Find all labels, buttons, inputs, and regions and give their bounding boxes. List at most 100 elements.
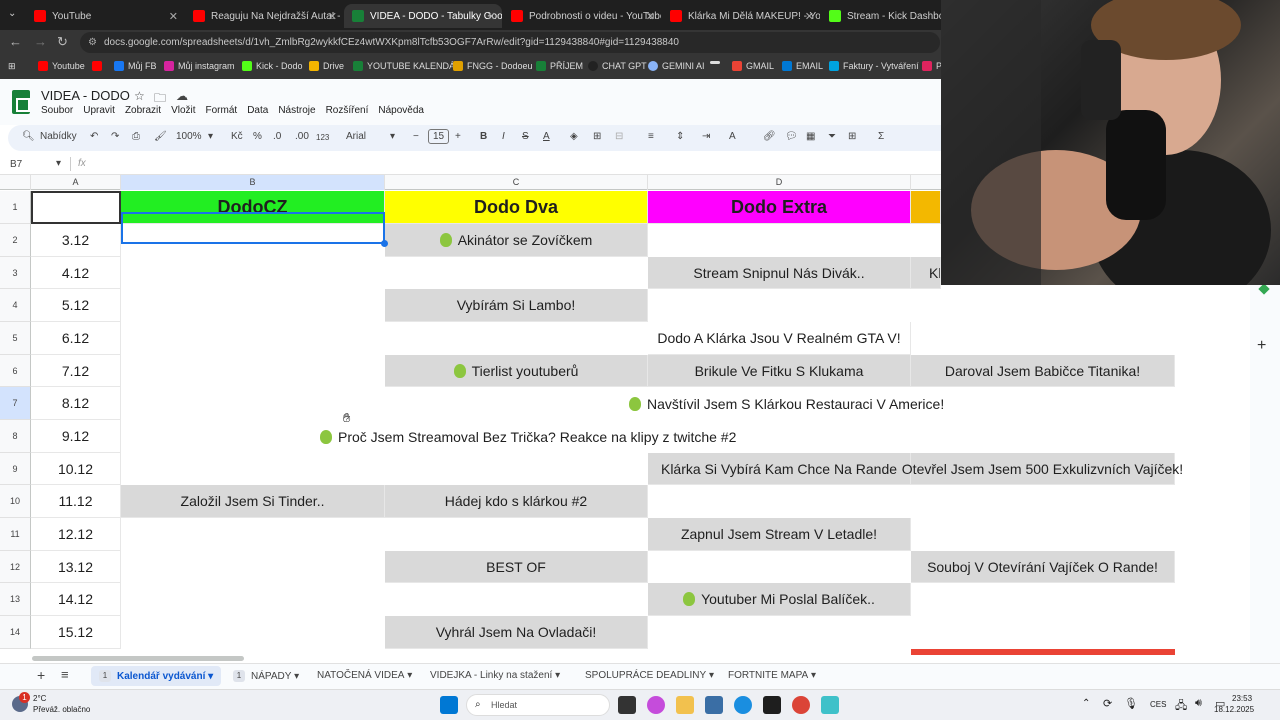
video-cell[interactable]: Daroval Jsem Babičce Titanika! (911, 355, 1175, 387)
video-cell[interactable]: Dodo A Klárka Jsou V Realném GTA V! (648, 322, 911, 355)
menu-tools[interactable]: Nástroje (278, 105, 315, 116)
sheet-tab-natocena[interactable]: NATOČENÁ VIDEA ▾ (317, 670, 412, 681)
video-cell[interactable]: Vyhrál Jsem Na Ovladači! (385, 616, 648, 649)
font-size-plus-icon[interactable]: + (455, 131, 461, 142)
horizontal-scrollbar[interactable] (32, 656, 244, 661)
fill-handle[interactable] (381, 240, 388, 247)
font-size-input[interactable]: 15 (428, 129, 450, 144)
microphone-icon[interactable]: 🎙︎ (1124, 697, 1138, 710)
bold-icon[interactable]: B (480, 131, 487, 142)
app-icon[interactable] (821, 696, 839, 714)
italic-icon[interactable]: I (502, 131, 505, 142)
bookmark-yt-calendar[interactable]: YOUTUBE KALENDÁŘ (353, 61, 462, 71)
close-icon[interactable]: ✕ (169, 10, 178, 23)
video-cell[interactable]: Klárka Si Vybírá Kam Chce Na Rande (648, 453, 911, 485)
date-cell[interactable]: 3.12 (31, 224, 121, 257)
sheet-tab-videjka[interactable]: VIDEJKA - Linky na stažení ▾ (430, 670, 560, 681)
clock-date[interactable]: 18.12.2025 (1214, 705, 1254, 714)
menu-help[interactable]: Nápověda (378, 105, 424, 116)
number-format-button[interactable]: 123 (316, 133, 329, 142)
video-cell[interactable]: Brikule Ve Fitku S Klukama (648, 355, 911, 387)
row-header[interactable]: 10 (0, 485, 31, 518)
header-dodo-extra[interactable]: Dodo Extra (648, 191, 911, 224)
date-cell[interactable]: 4.12 (31, 257, 121, 289)
video-cell[interactable]: Tierlist youtuberů (385, 355, 648, 387)
url-input[interactable]: ⚙ docs.google.com/spreadsheets/d/1vh_Zml… (80, 32, 940, 53)
browser-tab[interactable]: Reaguju Na Nejdražší Auta! - Yo ✕ (185, 4, 343, 28)
text-color-icon[interactable]: A (543, 131, 550, 142)
video-cell[interactable]: BEST OF (385, 551, 648, 583)
bookmark-email[interactable]: EMAIL (782, 61, 823, 71)
file-explorer-icon[interactable] (676, 696, 694, 714)
print-icon[interactable]: ⎙ (132, 131, 140, 142)
font-select[interactable]: Arial (346, 131, 366, 142)
all-sheets-icon[interactable]: ≡ (61, 667, 69, 682)
row-header[interactable]: 3 (0, 257, 31, 289)
text-wrap-icon[interactable]: ⇥ (702, 131, 710, 142)
paint-format-icon[interactable]: 🖌︎ (154, 131, 167, 142)
browser-tab-active[interactable]: VIDEA - DODO - Tabulky Goog ✕ (344, 4, 502, 28)
sheets-logo-icon[interactable] (12, 90, 30, 114)
filter-icon[interactable]: ⏷ (828, 131, 836, 142)
bookmark-instagram[interactable]: Můj instagram (164, 61, 235, 71)
volume-icon[interactable]: 🔊︎ (1195, 697, 1202, 710)
filter-views-icon[interactable]: ⊞ (848, 131, 856, 142)
date-cell[interactable]: 7.12 (31, 355, 121, 387)
strikethrough-icon[interactable]: S (522, 131, 529, 142)
star-icon[interactable]: ☆ (134, 89, 145, 103)
date-cell[interactable]: 11.12 (31, 485, 121, 518)
header-dodo-dva[interactable]: Dodo Dva (385, 191, 648, 224)
row-header[interactable]: 9 (0, 453, 31, 485)
name-box[interactable]: B7 (10, 159, 22, 170)
tab-search-chevron-icon[interactable]: ⌄ (8, 8, 16, 19)
menu-insert[interactable]: Vložit (171, 105, 195, 116)
column-header-c[interactable]: C (385, 175, 648, 190)
percent-button[interactable]: % (253, 131, 262, 142)
chart-icon[interactable]: ▦ (806, 131, 815, 142)
column-header-b[interactable]: B (121, 175, 385, 190)
add-icon[interactable]: + (1257, 337, 1266, 355)
apps-icon[interactable]: ⊞ (8, 61, 16, 72)
sheet-tab-napady[interactable]: 1 NÁPADY ▾ (233, 670, 299, 682)
menu-format[interactable]: Formát (206, 105, 238, 116)
video-cell[interactable]: Kl (911, 257, 941, 289)
row-header-selected[interactable]: 7 (0, 387, 31, 420)
redo-icon[interactable]: ↷ (111, 131, 119, 142)
decrease-decimal-button[interactable]: .0 (273, 131, 281, 142)
browser-tab[interactable]: Podrobnosti o videu - YouTube ✕ (503, 4, 661, 28)
video-cell-overflow[interactable]: Proč Jsem Streamoval Bez Trička? Reakce … (320, 420, 736, 453)
menu-extensions[interactable]: Rozšíření (326, 105, 369, 116)
row-header[interactable]: 4 (0, 289, 31, 322)
row-header[interactable]: 14 (0, 616, 31, 649)
sheet-tab-kalendar[interactable]: 1 Kalendář vydávání ▾ (91, 666, 222, 686)
clock-time[interactable]: 23:53 (1232, 694, 1252, 703)
date-cell[interactable]: 13.12 (31, 551, 121, 583)
sheet-tab-fortnite[interactable]: FORTNITE MAPA ▾ (728, 670, 816, 681)
row-header[interactable]: 1 (0, 191, 31, 224)
menu-file[interactable]: Soubor (41, 105, 73, 116)
bookmark-chatgpt[interactable]: CHAT GPT (588, 61, 647, 71)
zoom-select[interactable]: 100% (176, 131, 202, 142)
site-info-icon[interactable]: ⚙ (88, 32, 97, 53)
date-cell[interactable]: 10.12 (31, 453, 121, 485)
date-cell[interactable]: 15.12 (31, 616, 121, 649)
reload-icon[interactable]: ↻ (57, 34, 68, 50)
functions-button[interactable]: Σ (878, 131, 884, 142)
column-header-d[interactable]: D (648, 175, 911, 190)
borders-icon[interactable]: ⊞ (593, 131, 601, 142)
font-size-minus-icon[interactable]: − (413, 131, 419, 142)
close-icon[interactable]: ✕ (646, 10, 655, 23)
bookmark-gmail[interactable]: GMAIL (732, 61, 774, 71)
date-cell[interactable]: 9.12 (31, 420, 121, 453)
close-icon[interactable]: ✕ (805, 10, 814, 23)
bookmark-fb[interactable]: Můj FB (114, 61, 157, 71)
bookmark-faktury[interactable]: Faktury - Vytváření (829, 61, 919, 71)
video-cell[interactable]: Akinátor se Zovíčkem (385, 224, 648, 257)
forward-icon[interactable]: → (34, 34, 47, 49)
edge-icon[interactable] (734, 696, 752, 714)
capcut-icon[interactable] (763, 696, 781, 714)
task-view-icon[interactable] (618, 696, 636, 714)
close-icon[interactable]: ✕ (328, 10, 337, 23)
bookmark-prijem[interactable]: PŘÍJEM (536, 61, 583, 71)
video-cell[interactable]: Vybírám Si Lambo! (385, 289, 648, 322)
